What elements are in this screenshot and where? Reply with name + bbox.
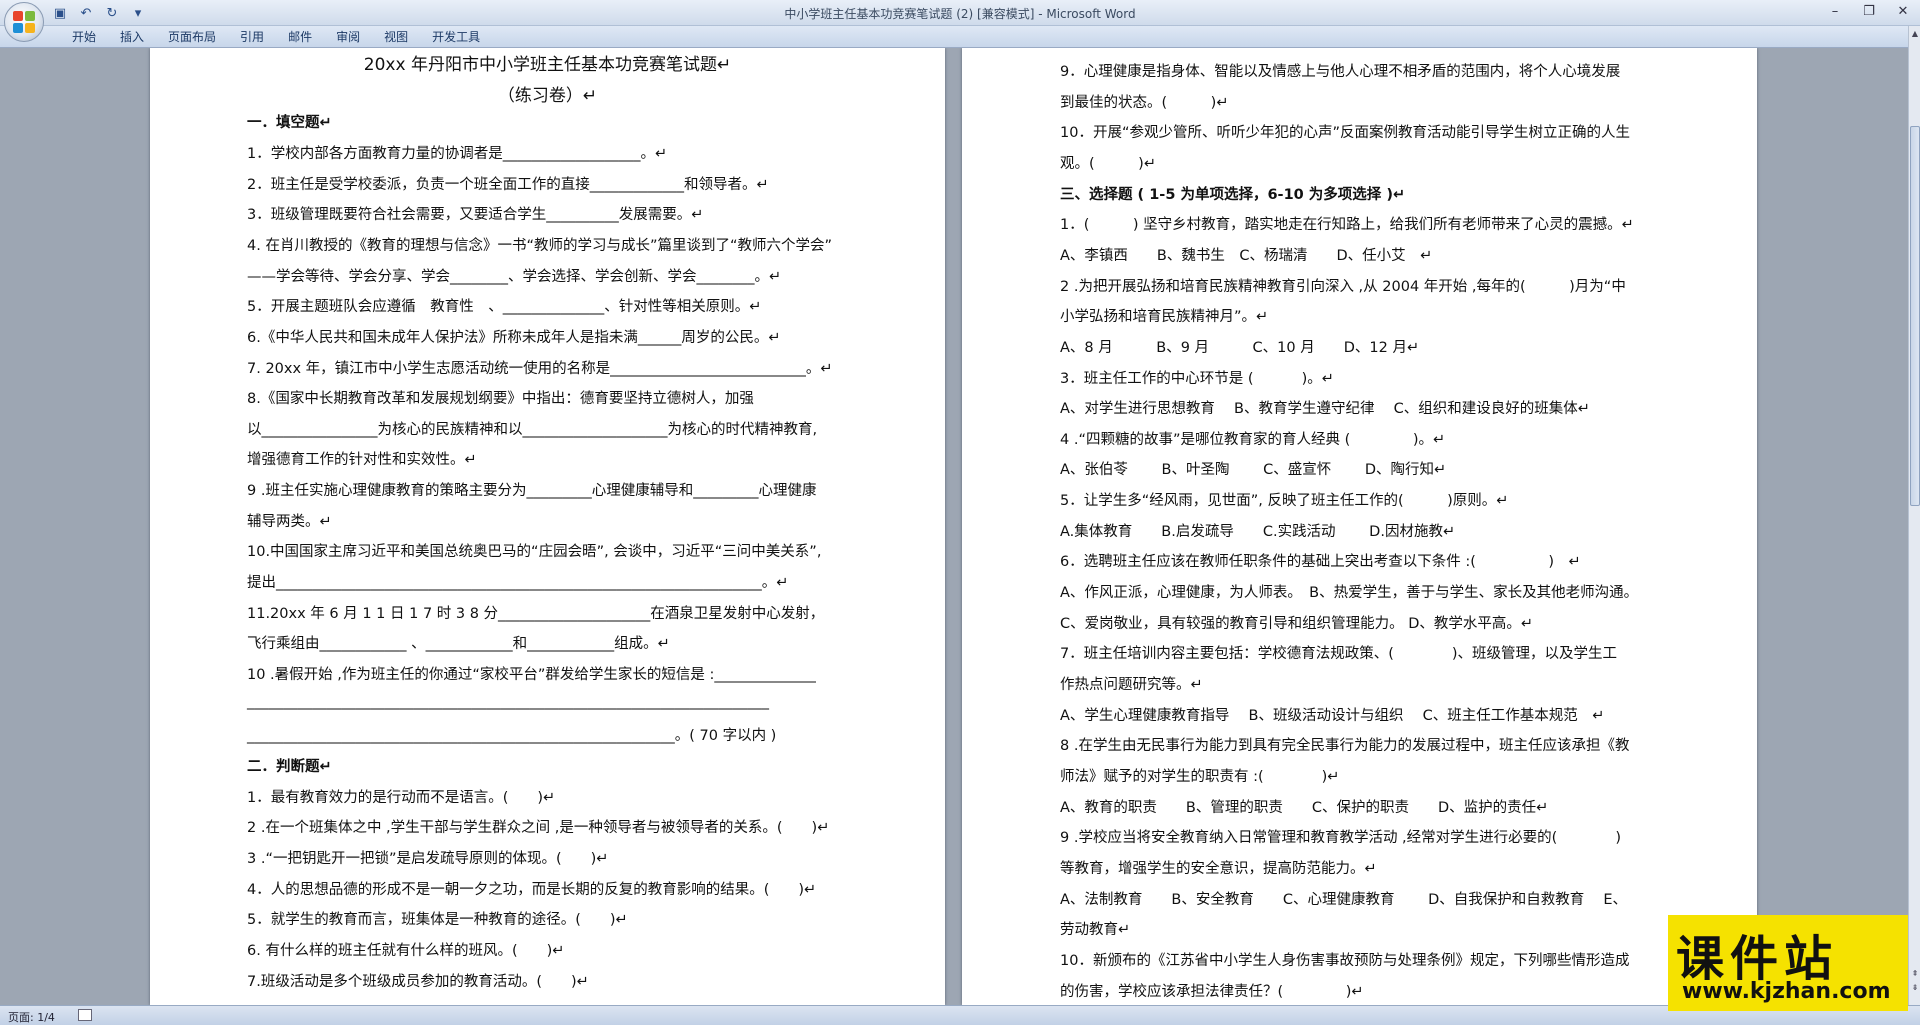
vertical-scrollbar[interactable]: ▲ ⇞ ⇟ bbox=[1908, 26, 1920, 1005]
document-text-line: 1．( ) 坚守乡村教育，踏实地走在行知路上，给我们所有老师带来了心灵的震撼。↵ bbox=[1060, 217, 1634, 234]
document-text-line: 10.中国国家主席习近平和美国总统奥巴马的“庄园会晤”, 会谈中，习近平“三问中… bbox=[247, 544, 822, 561]
ribbon-tabs-bar: 开始 插入 页面布局 引用 邮件 审阅 视图 开发工具 bbox=[0, 26, 1920, 48]
window-controls: – ❐ ✕ bbox=[1818, 0, 1920, 22]
ribbon-tab[interactable]: 开发工具 bbox=[420, 26, 492, 48]
document-text-line: 小学弘扬和培育民族精神月”。↵ bbox=[1060, 309, 1269, 326]
watermark-logo: 课件站 www.kjzhan.com bbox=[1668, 915, 1908, 1011]
maximize-icon[interactable]: ❐ bbox=[1852, 0, 1886, 22]
document-text-line: 7．班主任培训内容主要包括：学校德育法规政策、( )、班级管理，以及学生工 bbox=[1060, 646, 1618, 663]
page-count-status[interactable]: 页面: 1/4 bbox=[8, 1009, 55, 1025]
document-text-line: A、作风正派，心理健康，为人师表。 B、热爱学生，善于与学生、家长及其他老师沟通… bbox=[1060, 585, 1639, 602]
document-text-line: 一．填空题↵ bbox=[247, 115, 332, 132]
ribbon-tab[interactable]: 插入 bbox=[108, 26, 156, 48]
document-text-line: 作热点问题研究等。↵ bbox=[1060, 677, 1203, 693]
document-text-line: 5．让学生多“经风雨，见世面”, 反映了班主任工作的( )原则。↵ bbox=[1060, 493, 1509, 510]
document-text-line: 1．最有教育效力的是行动而不是语言。( )↵ bbox=[247, 789, 556, 806]
document-text-line: 5．就学生的教育而言，班集体是一种教育的途径。( )↵ bbox=[247, 912, 628, 929]
document-text-line: 4. 在肖川教授的《教育的理想与信念》一书“教师的学习与成长”篇里谈到了“教师六… bbox=[247, 237, 832, 254]
document-text-line: A、教育的职责 B、管理的职责 C、保护的职责 D、监护的责任↵ bbox=[1060, 799, 1549, 816]
document-text-line: 到最佳的状态。( )↵ bbox=[1060, 94, 1229, 111]
document-text-line: 9 .学校应当将安全教育纳入日常管理和教育教学活动 ,经常对学生进行必要的( ) bbox=[1060, 830, 1621, 847]
title-bar: ▣ ↶ ↻ ▾ 中小学班主任基本功竞赛笔试题 (2) [兼容模式] - Micr… bbox=[0, 0, 1920, 26]
scrollbar-thumb[interactable] bbox=[1910, 126, 1920, 506]
document-text-line: 以________________为核心的民族精神和以_____________… bbox=[247, 421, 818, 438]
document-text-line: A、李镇西 B、魏书生 C、杨瑞清 D、任小艾 ↵ bbox=[1060, 247, 1433, 264]
ribbon-tab[interactable]: 页面布局 bbox=[156, 26, 228, 48]
proofing-icon[interactable] bbox=[78, 1009, 92, 1021]
document-text-line: 4 .“四颗糖的故事”是哪位教育家的育人经典 ( )。↵ bbox=[1060, 431, 1446, 448]
document-text-line: 8.《国家中长期教育改革和发展规划纲要》中指出：德育要坚持立德树人，加强 bbox=[247, 391, 754, 408]
document-text-line: 11.20xx 年 6 月 1 1 日 1 7 时 3 8 分_________… bbox=[247, 605, 825, 622]
document-text-line: 4．人的思想品德的形成不是一朝一夕之功，而是长期的反复的教育影响的结果。( )↵ bbox=[247, 881, 817, 898]
document-text-line: 6.《中华人民共和国未成年人保护法》所称未成年人是指未满______周岁的公民。… bbox=[247, 329, 781, 346]
status-bar: 页面: 1/4 bbox=[0, 1005, 1920, 1025]
office-logo-icon bbox=[13, 11, 35, 33]
document-text-line: 二．判断题↵ bbox=[247, 758, 332, 775]
document-text-line: A、学生心理健康教育指导 B、班级活动设计与组织 C、班主任工作基本规范 ↵ bbox=[1060, 707, 1605, 724]
office-button[interactable] bbox=[4, 2, 44, 42]
ribbon-tab[interactable]: 视图 bbox=[372, 26, 420, 48]
document-text-line: 劳动教育↵ bbox=[1060, 922, 1131, 939]
document-text-line: 2．班主任是受学校委派，负责一个班全面工作的直接_____________和领导… bbox=[247, 176, 769, 193]
document-text-line: 10．新颁布的《江苏省中小学生人身伤害事故预防与处理条例》规定，下列哪些情形造成 bbox=[1060, 952, 1630, 969]
document-text-line: 观。( )↵ bbox=[1060, 155, 1156, 172]
document-text-line: 3．班级管理既要符合社会需要，又要适合学生__________发展需要。↵ bbox=[247, 207, 704, 224]
document-text-line: （练习卷）↵ bbox=[497, 85, 598, 106]
document-workspace: 20xx 年丹阳市中小学班主任基本功竞赛笔试题↵ （练习卷）↵ 一．填空题↵ 1．学校… bbox=[0, 48, 1908, 1005]
previous-page-icon[interactable]: ⇞ bbox=[1909, 966, 1920, 980]
ribbon-tab[interactable]: 引用 bbox=[228, 26, 276, 48]
document-text-line: 7.班级活动是多个班级成员参加的教育活动。( )↵ bbox=[247, 973, 589, 990]
scroll-up-icon[interactable]: ▲ bbox=[1909, 26, 1920, 40]
document-text-line: A、对学生进行思想教育 B、教育学生遵守纪律 C、组织和建设良好的班集体↵ bbox=[1060, 401, 1590, 418]
document-text-line: 增强德育工作的针对性和实效性。↵ bbox=[247, 452, 477, 469]
document-text-line: ________________________________________… bbox=[247, 728, 777, 745]
document-text-line: 飞行乘组由____________ 、____________和________… bbox=[247, 636, 670, 653]
document-text-line: 9．心理健康是指身体、智能以及情感上与他人心理不相矛盾的范围内，将个人心境发展 bbox=[1060, 64, 1621, 80]
document-text-line: A、8 月 B、9 月 C、10 月 D、12 月↵ bbox=[1060, 339, 1420, 356]
document-text-line: ________________________________________… bbox=[247, 693, 769, 710]
document-text-line: A.集体教育 B.启发疏导 C.实践活动 D.因材施教↵ bbox=[1060, 523, 1456, 540]
document-text-line: 三、选择题 ( 1-5 为单项选择，6-10 为多项选择 )↵ bbox=[1060, 186, 1406, 203]
window-title: 中小学班主任基本功竞赛笔试题 (2) [兼容模式] - Microsoft Wo… bbox=[784, 7, 1136, 21]
document-text-line: 6. 有什么样的班主任就有什么样的班风。( )↵ bbox=[247, 942, 565, 959]
ribbon-tab[interactable]: 审阅 bbox=[324, 26, 372, 48]
minimize-icon[interactable]: – bbox=[1818, 0, 1852, 22]
close-icon[interactable]: ✕ bbox=[1886, 0, 1920, 22]
document-text-line: 2 .为把开展弘扬和培育民族精神教育引向深入 ,从 2004 年开始 ,每年的(… bbox=[1060, 278, 1626, 295]
document-text-line: 10．开展“参观少管所、听听少年犯的心声”反面案例教育活动能引导学生树立正确的人… bbox=[1060, 125, 1630, 142]
document-text-line: 1．学校内部各方面教育力量的协调者是___________________。↵ bbox=[247, 145, 668, 162]
ribbon-tabs: 开始 插入 页面布局 引用 邮件 审阅 视图 开发工具 bbox=[60, 26, 492, 48]
document-text-line: 的伤害，学校应该承担法律责任？( )↵ bbox=[1060, 983, 1364, 1000]
document-text-line: A、法制教育 B、安全教育 C、心理健康教育 D、自我保护和自救教育 E、 bbox=[1060, 891, 1628, 908]
document-page-right[interactable]: 9．心理健康是指身体、智能以及情感上与他人心理不相矛盾的范围内，将个人心境发展到… bbox=[962, 48, 1757, 1005]
ribbon-tab[interactable]: 邮件 bbox=[276, 26, 324, 48]
document-text-line: 7. 20xx 年，镇江市中小学生志愿活动统一使用的名称是___________… bbox=[247, 360, 833, 377]
document-text-line: 提出______________________________________… bbox=[247, 575, 789, 592]
document-text-line: 师法》赋予的对学生的职责有 :( )↵ bbox=[1060, 768, 1340, 785]
ribbon-tab[interactable]: 开始 bbox=[60, 26, 108, 48]
document-text-line: 8 .在学生由无民事行为能力到具有完全民事行为能力的发展过程中，班主任应该承担《… bbox=[1060, 738, 1630, 755]
document-text-line: 等教育，增强学生的安全意识，提高防范能力。↵ bbox=[1060, 860, 1377, 877]
document-text-line: 3 .“一把钥匙开一把锁”是启发疏导原则的体现。( )↵ bbox=[247, 850, 609, 867]
document-text-line: 6．选聘班主任应该在教师任职条件的基础上突出考查以下条件 :( ) ↵ bbox=[1060, 554, 1581, 571]
document-text-line: 5．开展主题班队会应遵循 教育性 、______________、针对性等相关原… bbox=[247, 299, 762, 316]
document-text-line: 2 .在一个班集体之中 ,学生干部与学生群众之间 ,是一种领导者与被领导者的关系… bbox=[247, 820, 830, 837]
document-text-line: C、爱岗敬业，具有较强的教育引导和组织管理能力。 D、教学水平高。↵ bbox=[1060, 615, 1534, 632]
document-text-line: 20xx 年丹阳市中小学班主任基本功竞赛笔试题↵ bbox=[363, 55, 732, 75]
document-page-left[interactable]: 20xx 年丹阳市中小学班主任基本功竞赛笔试题↵ （练习卷）↵ 一．填空题↵ 1．学校… bbox=[150, 48, 945, 1005]
document-text-line: A、张伯苓 B、叶圣陶 C、盛宣怀 D、陶行知↵ bbox=[1060, 462, 1447, 479]
next-page-icon[interactable]: ⇟ bbox=[1909, 980, 1920, 994]
document-text-line: 9 .班主任实施心理健康教育的策略主要分为_________心理健康辅导和___… bbox=[247, 483, 817, 500]
watermark-url: www.kjzhan.com bbox=[1682, 979, 1891, 1004]
document-text-line: 辅导两类。↵ bbox=[247, 513, 332, 530]
document-text-line: ——学会等待、学会分享、学会________、学会选择、学会创新、学会_____… bbox=[247, 268, 782, 285]
document-text-line: 10 .暑假开始 ,作为班主任的你通过“家校平台”群发给学生家长的短信是 :__… bbox=[247, 667, 816, 683]
document-text-line: 3．班主任工作的中心环节是 ( )。↵ bbox=[1060, 370, 1334, 387]
